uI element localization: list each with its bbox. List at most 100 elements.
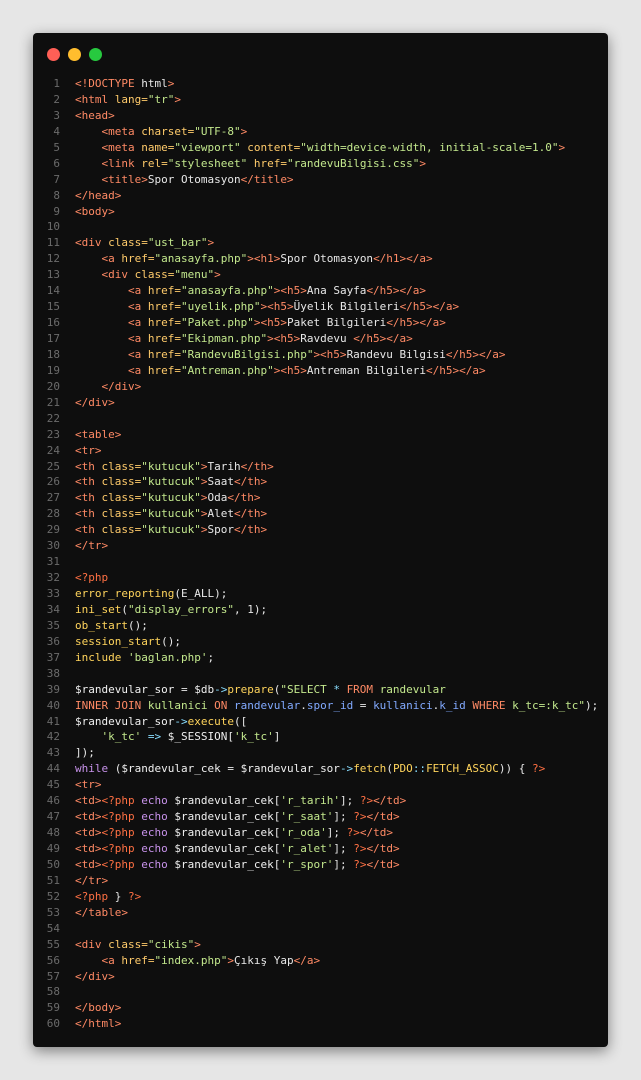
line-source: <link rel="stylesheet" href="randevuBilg… <box>75 156 427 172</box>
line-number: 60 <box>46 1017 60 1031</box>
line-number: 46 <box>46 794 60 808</box>
line-source: <meta charset="UTF-8"> <box>75 124 248 140</box>
code-token: "kutucuk" <box>141 459 201 473</box>
code-token: href= <box>147 347 181 361</box>
line-source: </tr> <box>75 873 108 889</box>
code-line: 6 <link rel="stylesheet" href="randevuBi… <box>33 156 608 172</box>
code-token: ([ <box>233 714 248 728</box>
code-line: 50 <td><?php echo $randevular_cek['r_spor… <box>33 857 608 873</box>
code-line: 13 <div class="menu"> <box>33 267 608 283</box>
line-source: <a href="Paket.php"><h5>Paket Bilgileri<… <box>75 315 446 331</box>
line-source: </head> <box>75 188 121 204</box>
line-number: 2 <box>53 92 60 106</box>
line-source: $randevular_sor->execute([ <box>75 714 247 730</box>
line-source: <a href="anasayfa.php"><h1>Spor Otomasyo… <box>75 251 433 267</box>
minimize-button[interactable] <box>68 48 81 61</box>
line-source: ini_set("display_errors", 1); <box>75 602 267 618</box>
code-token: <?php <box>101 810 142 824</box>
code-token: <th <box>75 475 102 489</box>
code-token: k_id <box>439 698 473 712</box>
code-line: 26 <th class="kutucuk">Saat</th> <box>33 474 608 490</box>
code-token: <?php <box>75 571 109 585</box>
code-line: 56 <a href="index.php">Çıkış Yap</a> <box>33 953 608 969</box>
code-token: </h5></a> <box>426 363 486 377</box>
code-line: 33 error_reporting(E_ALL); <box>33 586 608 602</box>
code-line: 54 <box>33 921 608 937</box>
code-line: 36 session_start(); <box>33 634 608 650</box>
code-token: } <box>114 889 128 903</box>
code-token: <tr> <box>75 443 102 457</box>
code-token: ]; <box>326 826 347 840</box>
line-number: 6 <box>53 156 60 170</box>
code-token: <div <box>101 268 135 282</box>
code-token: href= <box>253 156 287 170</box>
code-token: echo <box>141 842 175 855</box>
code-token: Çıkış Yap <box>233 953 294 967</box>
code-token: ]; <box>339 794 360 808</box>
code-token: rel= <box>141 156 168 170</box>
code-token: "anasayfa.php" <box>180 284 274 298</box>
code-token: ; <box>207 650 215 664</box>
code-line: 60 </html> <box>33 1016 608 1032</box>
code-token: <div <box>75 236 109 250</box>
line-number: 57 <box>46 969 60 983</box>
code-token: </div> <box>75 969 115 983</box>
line-source: <tr> <box>75 443 102 459</box>
code-token: kullanici <box>147 698 215 712</box>
code-token: class= <box>101 459 142 473</box>
code-line: 35 ob_start(); <box>33 618 608 634</box>
line-source: <table> <box>75 427 121 443</box>
line-source: ]); <box>75 745 95 761</box>
code-token: > <box>558 140 566 154</box>
line-number: 8 <box>53 188 60 202</box>
code-token: (); <box>161 634 181 648</box>
line-number: 24 <box>46 443 60 457</box>
code-token: "tr" <box>147 92 175 106</box>
code-token: > <box>174 92 181 106</box>
code-token: = <box>174 682 195 696</box>
code-token: </table> <box>75 905 128 919</box>
code-token: ><h5> <box>267 332 301 345</box>
code-token: </h5></a> <box>353 332 413 345</box>
code-token: > <box>207 236 215 250</box>
code-token: [ <box>227 730 234 744</box>
code-token: ><h5> <box>260 300 294 314</box>
maximize-button[interactable] <box>89 48 102 61</box>
line-source: <a href="index.php">Çıkış Yap</a> <box>75 953 321 969</box>
code-token: Antreman Bilgileri <box>306 363 427 377</box>
code-token: href= <box>121 953 155 967</box>
code-token: "kutucuk" <box>141 475 201 489</box>
line-number: 51 <box>46 873 60 887</box>
code-token: <th <box>75 459 102 473</box>
line-source: <div class="menu"> <box>75 267 221 283</box>
line-number: 49 <box>46 842 60 855</box>
line-source: <div class="cikis"> <box>75 937 201 953</box>
code-token: href= <box>147 284 181 298</box>
code-token: </th> <box>240 459 274 473</box>
code-token: Paket Bilgileri <box>286 316 387 330</box>
close-button[interactable] <box>47 48 60 61</box>
code-token: 'k_tc' <box>233 730 274 744</box>
code-token: </a> <box>293 953 321 967</box>
code-token: -> <box>174 714 188 728</box>
code-token: $randevular_cek <box>121 762 221 776</box>
code-token: ( <box>121 602 128 616</box>
code-editor: 1 <!DOCTYPE html> 2 <html lang="tr"> 3 <head>… <box>33 76 608 1032</box>
code-line: 25 <th class="kutucuk">Tarih</th> <box>33 459 608 475</box>
line-source: <a href="Antreman.php"><h5>Antreman Bilg… <box>75 363 486 379</box>
line-source: <a href="Ekipman.php"><h5>Ravdevu </h5><… <box>75 331 413 347</box>
code-token: <?php <box>101 857 142 871</box>
code-token: = <box>353 698 374 712</box>
code-token: $randevular_sor <box>75 714 175 728</box>
code-token: , 1); <box>233 602 268 616</box>
line-number: 53 <box>46 905 60 919</box>
code-token: randevular <box>379 682 446 696</box>
line-number: 1 <box>53 77 60 90</box>
code-line: 51 </tr> <box>33 873 608 889</box>
code-line: 28 <th class="kutucuk">Alet</th> <box>33 506 608 522</box>
